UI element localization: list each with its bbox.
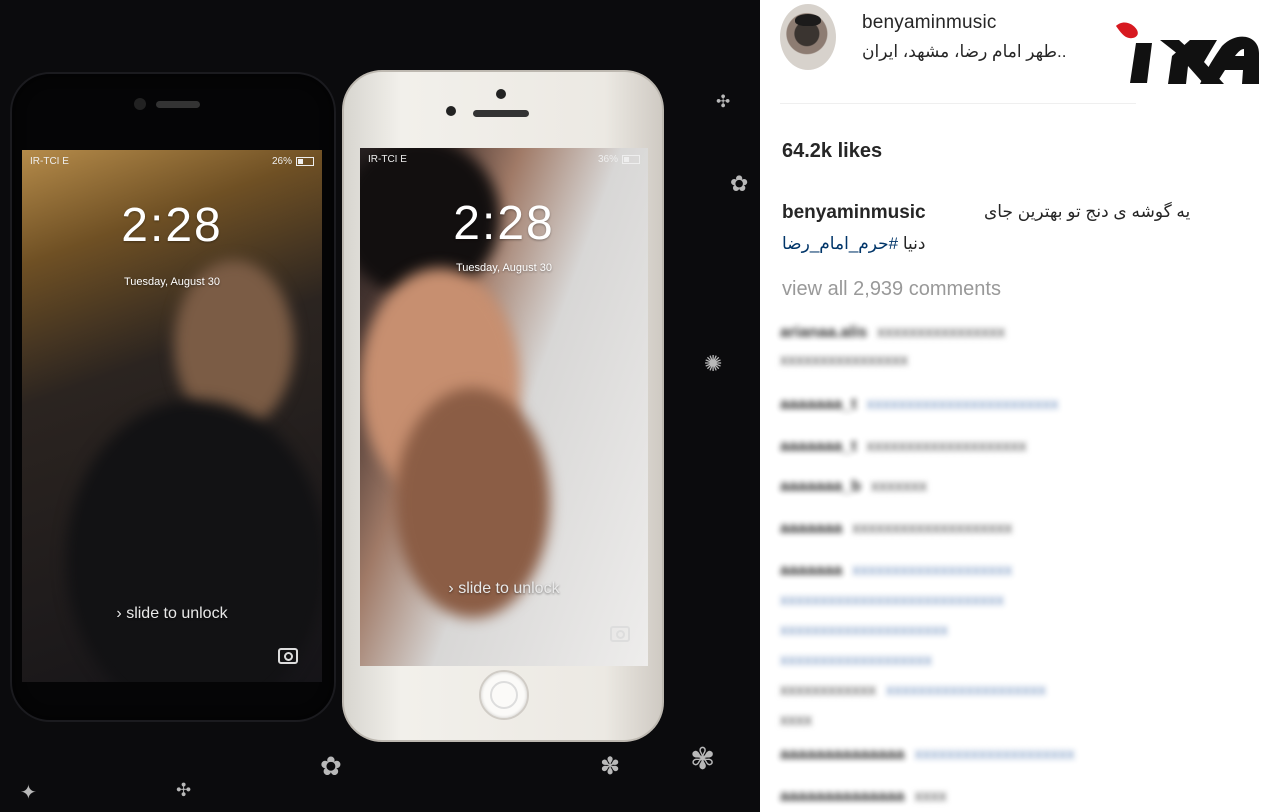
phone-speaker <box>473 110 529 117</box>
battery-status: 26% <box>272 156 314 167</box>
blurred-comment: xxxxxxxxxxxxxxxxxxx <box>780 652 932 669</box>
header-divider <box>780 103 1136 104</box>
lock-date: Tuesday, August 30 <box>455 262 552 274</box>
phone-speaker <box>156 101 200 108</box>
lock-time: 2:28 <box>453 197 555 250</box>
blurred-comment: aaaaaaaaaaaaaa xxxxxxxxxxxxxxxxxxxx <box>780 746 1075 763</box>
lock-time: 2:28 <box>121 199 223 252</box>
logo-red-swoosh <box>1116 22 1138 39</box>
blurred-comment: aaaaaaaaaaaaaa xxxx <box>780 788 947 805</box>
caption-text-suffix: دنیا <box>902 234 926 253</box>
lock-screen: IR-TCI E 26% 2:28 Tuesday, August 30 › s… <box>22 150 322 682</box>
blurred-comment: aaaaaaa_b xxxxxxx <box>780 478 927 495</box>
caption-text: یه گوشه ی دنج تو بهترین جای <box>984 202 1191 221</box>
slide-to-unlock-label: slide to unlock <box>126 605 228 622</box>
likes-count[interactable]: 64.2k likes <box>782 140 882 163</box>
decorative-flower-icon: ✦ <box>20 780 37 804</box>
blurred-comment: xxxx <box>780 712 812 729</box>
decorative-flower-icon: ✣ <box>716 92 731 112</box>
status-bar: IR-TCI E 26% <box>30 156 314 167</box>
blurred-comment: aaaaaaa xxxxxxxxxxxxxxxxxxxx <box>780 520 1013 537</box>
battery-percentage: 36% <box>597 154 618 165</box>
camera-shortcut-icon[interactable] <box>278 648 298 664</box>
battery-status: 36% <box>598 154 640 165</box>
lock-screen: IR-TCI E 36% 2:28 Tuesday, August 30 › s… <box>360 148 648 666</box>
battery-icon <box>296 157 314 166</box>
white-smartphone: IR-TCI E 36% 2:28 Tuesday, August 30 › s… <box>342 70 664 742</box>
blurred-comment: aaaaaaa xxxxxxxxxxxxxxxxxxxx <box>780 562 1013 579</box>
instagram-post-panel: benyaminmusic ..طهر امام رضا، مشهد، ایرا… <box>760 0 1280 812</box>
slide-to-unlock-label: slide to unlock <box>458 580 560 597</box>
slide-to-unlock-text[interactable]: › slide to unlock <box>360 580 648 598</box>
front-camera-icon <box>446 106 456 116</box>
post-username[interactable]: benyaminmusic <box>862 12 997 34</box>
blurred-comment: xxxxxxxxxxxx xxxxxxxxxxxxxxxxxxxx <box>780 682 1046 699</box>
post-location[interactable]: ..طهر امام رضا، مشهد، ایران <box>862 42 1067 62</box>
site-logo <box>1116 22 1259 84</box>
wallpaper-person-scarf <box>66 400 322 682</box>
decorative-flower-icon: ✽ <box>600 752 621 780</box>
status-bar: IR-TCI E 36% <box>368 154 640 165</box>
battery-percentage: 26% <box>271 156 292 167</box>
logo-black-letter <box>1130 36 1259 84</box>
front-camera-icon <box>134 98 146 110</box>
battery-icon <box>622 155 640 164</box>
caption-hashtag[interactable]: #حرم_امام_رضا <box>782 234 898 253</box>
proximity-sensor-icon <box>496 89 506 99</box>
decorative-flower-icon: ✣ <box>176 780 192 801</box>
carrier-label: IR-TCI E <box>368 154 407 165</box>
home-button[interactable] <box>479 670 529 720</box>
lock-date: Tuesday, August 30 <box>123 276 220 288</box>
blurred-comment: arianaa.alis xxxxxxxxxxxxxxxx <box>780 324 1006 341</box>
decorative-flower-icon: ✺ <box>704 352 723 377</box>
carrier-label: IR-TCI E <box>30 156 69 167</box>
blurred-comment: xxxxxxxxxxxxxxxx <box>780 352 908 369</box>
blurred-comment: aaaaaaa_t xxxxxxxxxxxxxxxxxxxx <box>780 438 1027 455</box>
blurred-comment: aaaaaaa_t xxxxxxxxxxxxxxxxxxxxxxxx <box>780 396 1059 413</box>
profile-avatar[interactable] <box>780 4 836 70</box>
caption-username[interactable]: benyaminmusic <box>782 202 926 224</box>
decorative-flower-icon: ✿ <box>320 752 342 782</box>
decorative-flower-icon: ✿ <box>730 172 749 197</box>
black-smartphone: IR-TCI E 26% 2:28 Tuesday, August 30 › s… <box>10 72 336 722</box>
post-photo: ✣ ✿ ✺ ✾ ✿ ✽ ✣ ✦ IR-TCI E 26% 2:28 Tuesda… <box>0 0 760 812</box>
view-all-comments-link[interactable]: view all 2,939 comments <box>782 278 1001 301</box>
caption-second-line: دنیا #حرم_امام_رضا <box>782 234 926 254</box>
decorative-flower-icon: ✾ <box>690 742 716 777</box>
camera-shortcut-icon[interactable] <box>610 626 630 642</box>
blurred-comment: xxxxxxxxxxxxxxxxxxxxx <box>780 622 948 639</box>
blurred-comment: xxxxxxxxxxxxxxxxxxxxxxxxxxxx <box>780 592 1004 609</box>
slide-to-unlock-text[interactable]: › slide to unlock <box>22 605 322 623</box>
